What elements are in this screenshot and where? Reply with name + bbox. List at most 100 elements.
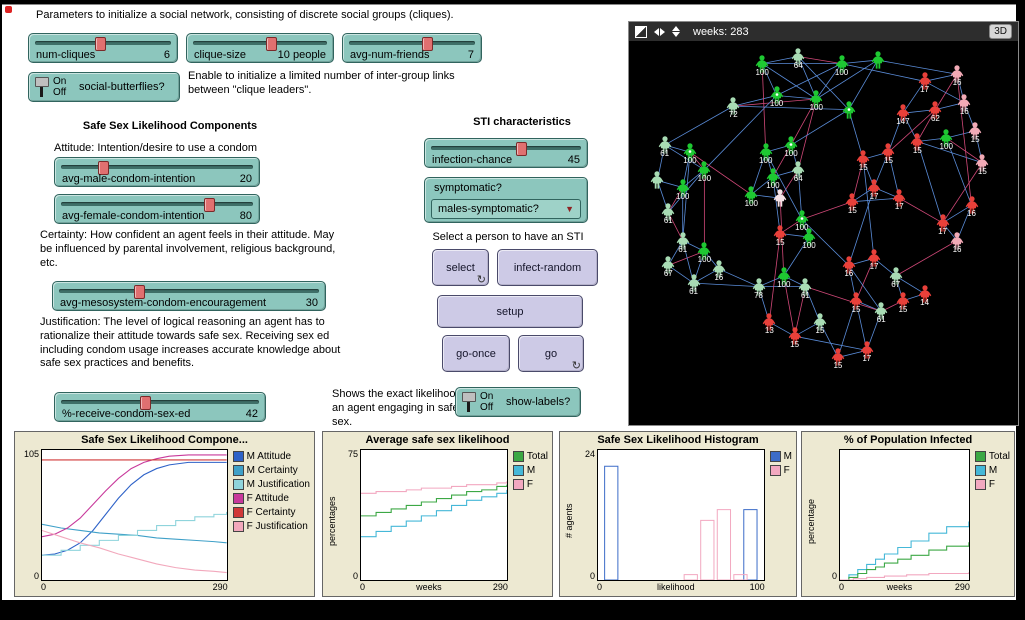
- person-node[interactable]: 15: [843, 192, 861, 212]
- person-node[interactable]: 15: [908, 132, 926, 152]
- zoom-icon[interactable]: [635, 26, 647, 38]
- person-node[interactable]: 62: [926, 100, 944, 120]
- person-node[interactable]: 61: [656, 135, 674, 155]
- person-node[interactable]: 61: [796, 277, 814, 297]
- person-node[interactable]: 100: [782, 135, 800, 155]
- person-node[interactable]: 17: [858, 340, 876, 360]
- person-node[interactable]: 64: [789, 160, 807, 180]
- window-control-dot[interactable]: [5, 6, 12, 13]
- person-label: 16: [953, 78, 962, 87]
- person-node[interactable]: 64: [789, 47, 807, 67]
- person-node[interactable]: [869, 50, 887, 70]
- person-node[interactable]: 100: [674, 178, 692, 198]
- person-node[interactable]: 67: [659, 255, 677, 275]
- infect-random-button[interactable]: infect-random: [497, 249, 598, 286]
- slider-track[interactable]: [61, 400, 259, 404]
- slider-track[interactable]: [61, 165, 253, 169]
- person-node[interactable]: 15: [894, 291, 912, 311]
- person-node[interactable]: 100: [833, 54, 851, 74]
- person-node[interactable]: 14: [916, 284, 934, 304]
- person-node[interactable]: 15: [829, 347, 847, 367]
- person-node[interactable]: 100: [937, 128, 955, 148]
- person-node[interactable]: 15: [811, 312, 829, 332]
- person-label: 100: [810, 103, 823, 112]
- slider-avg-num-friends[interactable]: avg-num-friends7: [342, 33, 482, 63]
- person-node[interactable]: 67: [887, 266, 905, 286]
- person-node[interactable]: 72: [724, 96, 742, 116]
- person-node[interactable]: 17: [916, 71, 934, 91]
- person-node[interactable]: 100: [742, 185, 760, 205]
- slider-avg-mesosystem-condom-encouragement[interactable]: avg-mesosystem-condom-encouragement30: [52, 281, 326, 311]
- person-node[interactable]: 147: [894, 103, 912, 123]
- person-node[interactable]: [771, 188, 789, 208]
- person-node[interactable]: 100: [753, 54, 771, 74]
- go-once-button[interactable]: go-once: [442, 335, 510, 372]
- person-node[interactable]: 16: [948, 231, 966, 251]
- world-view[interactable]: weeks: 283 3D 10064100100100721716147621…: [628, 21, 1019, 426]
- person-node[interactable]: 100: [775, 266, 793, 286]
- person-node[interactable]: 100: [768, 85, 786, 105]
- person-node[interactable]: 100: [800, 227, 818, 247]
- slider-avg-female-condom-intention[interactable]: avg-female-condom-intention80: [54, 194, 260, 224]
- slider-track[interactable]: [431, 146, 581, 150]
- person-node[interactable]: 100: [807, 89, 825, 109]
- go-button[interactable]: go ↻: [518, 335, 584, 372]
- person-node[interactable]: [840, 100, 858, 120]
- person-node[interactable]: 15: [973, 153, 991, 173]
- vertical-arrows-icon[interactable]: [672, 26, 680, 37]
- plot-series: [42, 530, 227, 572]
- slider-track[interactable]: [59, 289, 319, 293]
- person-node[interactable]: 61: [659, 202, 677, 222]
- person-node[interactable]: 17: [865, 178, 883, 198]
- plot-area: [41, 449, 228, 581]
- legend-item: F: [975, 479, 1010, 490]
- person-node[interactable]: 61: [685, 273, 703, 293]
- view-3d-button[interactable]: 3D: [989, 24, 1012, 39]
- network-canvas[interactable]: 1006410010010072171614762161510015156110…: [629, 41, 1018, 425]
- person-node[interactable]: 61: [872, 301, 890, 321]
- setup-button[interactable]: setup: [437, 295, 583, 328]
- select-button[interactable]: select ↻: [432, 249, 489, 286]
- person-node[interactable]: 15: [847, 291, 865, 311]
- person-node[interactable]: 100: [695, 160, 713, 180]
- legend-swatch: [233, 493, 244, 504]
- chooser-symptomatic[interactable]: symptomatic? males-symptomatic? ▼: [424, 177, 588, 223]
- slider-track[interactable]: [349, 41, 475, 45]
- slider-clique-size[interactable]: clique-size10 people: [186, 33, 334, 63]
- slider-num-cliques[interactable]: num-cliques6: [28, 33, 178, 63]
- person-node[interactable]: 16: [955, 93, 973, 113]
- horizontal-arrows-icon[interactable]: [654, 28, 665, 36]
- slider-avg-male-condom-intention[interactable]: avg-male-condom-intention20: [54, 157, 260, 187]
- switch-social-butterflies[interactable]: On Off social-butterflies?: [28, 72, 180, 102]
- slider-infection-chance[interactable]: infection-chance45: [424, 138, 588, 168]
- person-node[interactable]: 78: [750, 277, 768, 297]
- switch-on-label: On: [480, 391, 493, 402]
- person-node[interactable]: 100: [757, 142, 775, 162]
- person-node[interactable]: 15: [854, 149, 872, 169]
- legend-label: M: [784, 451, 792, 462]
- person-node[interactable]: 15: [966, 121, 984, 141]
- plot-title: Safe Sex Likelihood Compone...: [19, 434, 310, 449]
- person-node[interactable]: 15: [879, 142, 897, 162]
- switch-handle[interactable]: [462, 392, 476, 402]
- person-node[interactable]: 15: [786, 326, 804, 346]
- slider-receive-condom-sex-ed[interactable]: %-receive-condom-sex-ed42: [54, 392, 266, 422]
- slider-track[interactable]: [61, 202, 253, 206]
- legend-item: Total: [513, 451, 548, 462]
- person-node[interactable]: 16: [948, 64, 966, 84]
- person-node[interactable]: 15: [771, 224, 789, 244]
- chooser-dropdown[interactable]: males-symptomatic? ▼: [431, 199, 581, 219]
- person-node[interactable]: 16: [710, 259, 728, 279]
- person-node[interactable]: 16: [963, 195, 981, 215]
- person-node[interactable]: 13: [760, 312, 778, 332]
- switch-handle[interactable]: [35, 77, 49, 87]
- person-node[interactable]: 61: [674, 231, 692, 251]
- person-node[interactable]: 16: [840, 255, 858, 275]
- person-node[interactable]: 17: [890, 188, 908, 208]
- switch-show-labels[interactable]: On Off show-labels?: [455, 387, 581, 417]
- person-node[interactable]: 100: [764, 167, 782, 187]
- person-node[interactable]: [648, 170, 666, 190]
- button-label: go: [545, 348, 557, 360]
- slider-track[interactable]: [193, 41, 327, 45]
- person-node[interactable]: 17: [865, 248, 883, 268]
